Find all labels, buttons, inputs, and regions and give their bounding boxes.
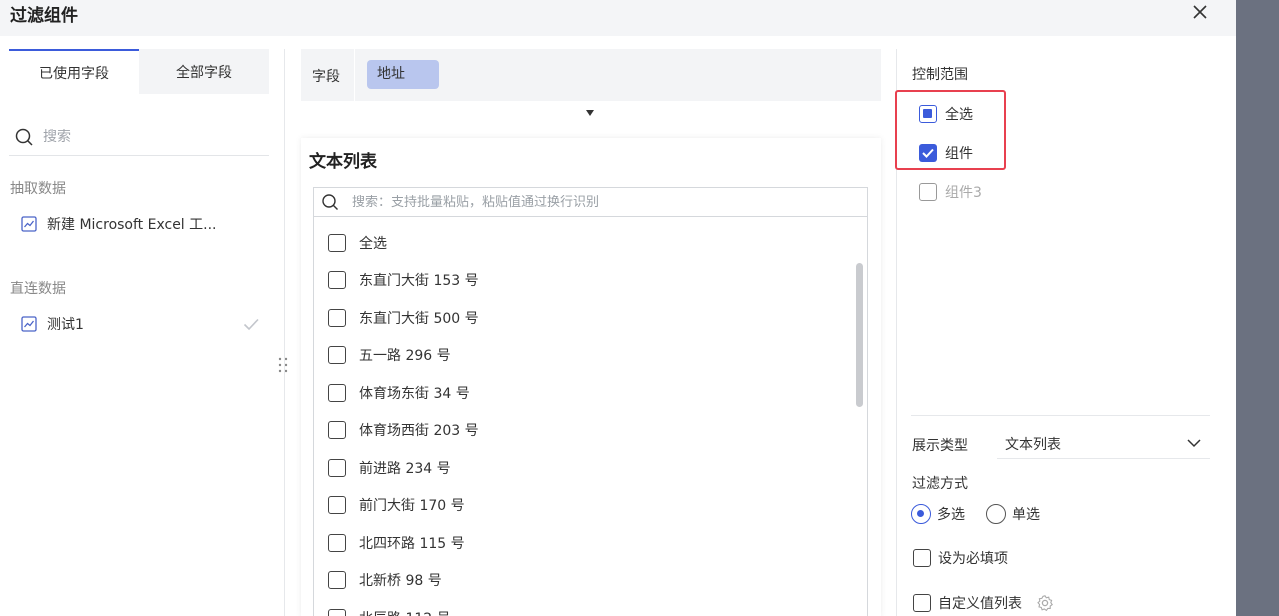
checkbox[interactable] bbox=[913, 549, 931, 567]
field-chip-address[interactable]: 地址 bbox=[367, 60, 439, 89]
list-scrollbar[interactable] bbox=[856, 263, 863, 407]
preview-search bbox=[313, 187, 868, 217]
gear-icon[interactable] bbox=[1036, 594, 1054, 612]
datasource-item-excel[interactable]: 新建 Microsoft Excel 工... bbox=[20, 212, 270, 236]
checkbox[interactable] bbox=[328, 609, 346, 616]
field-search bbox=[9, 118, 269, 156]
tab-all-fields[interactable]: 全部字段 bbox=[139, 49, 269, 94]
drag-handle-icon[interactable] bbox=[277, 356, 289, 374]
chevron-down-icon bbox=[1187, 439, 1201, 448]
checkbox[interactable] bbox=[328, 421, 346, 439]
scope-component3[interactable]: 组件3 bbox=[919, 181, 982, 203]
display-type-select[interactable]: 文本列表 bbox=[997, 429, 1210, 459]
caret-down-icon bbox=[586, 110, 594, 116]
filter-mode-single[interactable]: 单选 bbox=[986, 503, 1040, 525]
list-item[interactable]: 体育场西街 203 号 bbox=[328, 419, 479, 441]
option-select-all[interactable]: 全选 bbox=[328, 232, 387, 254]
search-icon bbox=[15, 128, 33, 146]
display-type-value: 文本列表 bbox=[1005, 436, 1061, 453]
preview-title: 文本列表 bbox=[309, 152, 377, 172]
datasource-item-test1[interactable]: 测试1 bbox=[20, 312, 270, 336]
divider bbox=[354, 49, 355, 101]
check-icon bbox=[243, 318, 259, 331]
field-tabs: 已使用字段 全部字段 bbox=[9, 49, 269, 94]
preview-search-input[interactable] bbox=[352, 194, 852, 210]
checkmark-icon bbox=[922, 148, 934, 158]
list-item[interactable]: 北辰路 112 号 bbox=[328, 607, 451, 616]
dialog-title: 过滤组件 bbox=[10, 6, 78, 26]
list-item[interactable]: 前进路 234 号 bbox=[328, 457, 451, 479]
checkbox-partial[interactable] bbox=[919, 105, 937, 123]
divider bbox=[911, 415, 1210, 416]
search-icon bbox=[322, 194, 338, 210]
checkbox[interactable] bbox=[328, 309, 346, 327]
line-chart-icon bbox=[21, 216, 37, 232]
field-search-input[interactable] bbox=[43, 128, 243, 145]
scope-select-all[interactable]: 全选 bbox=[919, 103, 973, 125]
checkbox[interactable] bbox=[328, 571, 346, 589]
list-item[interactable]: 北新桥 98 号 bbox=[328, 569, 442, 591]
section-title-direct: 直连数据 bbox=[10, 281, 66, 297]
display-type-label: 展示类型 bbox=[912, 438, 968, 454]
option-list: 全选 东直门大街 153 号 东直门大街 500 号 五一路 296 号 体育场… bbox=[313, 217, 868, 616]
field-label: 字段 bbox=[312, 69, 340, 85]
modal-backdrop bbox=[1236, 0, 1279, 616]
radio-selected[interactable] bbox=[911, 504, 931, 524]
checkbox[interactable] bbox=[328, 496, 346, 514]
checkbox[interactable] bbox=[328, 346, 346, 364]
list-item[interactable]: 体育场东街 34 号 bbox=[328, 382, 470, 404]
filter-component-dialog: 过滤组件 已使用字段 全部字段 抽取数据 新建 Microsoft Excel … bbox=[0, 0, 1236, 616]
checkbox-checked[interactable] bbox=[919, 144, 937, 162]
checkbox[interactable] bbox=[328, 459, 346, 477]
datasource-label: 新建 Microsoft Excel 工... bbox=[47, 217, 217, 233]
filter-mode-multi[interactable]: 多选 bbox=[911, 503, 965, 525]
list-item[interactable]: 五一路 296 号 bbox=[328, 344, 451, 366]
checkbox[interactable] bbox=[919, 183, 937, 201]
list-item[interactable]: 东直门大街 153 号 bbox=[328, 269, 479, 291]
list-item[interactable]: 东直门大街 500 号 bbox=[328, 307, 479, 329]
dialog-header: 过滤组件 bbox=[0, 0, 1236, 36]
divider bbox=[284, 49, 285, 616]
required-option[interactable]: 设为必填项 bbox=[913, 547, 1008, 569]
checkbox[interactable] bbox=[328, 234, 346, 252]
checkbox[interactable] bbox=[328, 534, 346, 552]
datasource-label: 测试1 bbox=[47, 317, 84, 333]
line-chart-icon bbox=[21, 316, 37, 332]
checkbox[interactable] bbox=[328, 271, 346, 289]
checkbox[interactable] bbox=[328, 384, 346, 402]
list-item[interactable]: 北四环路 115 号 bbox=[328, 532, 465, 554]
scope-component[interactable]: 组件 bbox=[919, 142, 973, 164]
filter-mode-label: 过滤方式 bbox=[912, 476, 968, 492]
close-icon[interactable] bbox=[1190, 2, 1210, 22]
radio[interactable] bbox=[986, 504, 1006, 524]
field-bar: 字段 地址 bbox=[301, 49, 881, 101]
scope-title: 控制范围 bbox=[912, 67, 968, 83]
list-item[interactable]: 前门大街 170 号 bbox=[328, 494, 465, 516]
section-title-extract: 抽取数据 bbox=[10, 181, 66, 197]
tab-used-fields[interactable]: 已使用字段 bbox=[9, 49, 139, 94]
custom-list-option[interactable]: 自定义值列表 bbox=[913, 592, 1054, 614]
text-list-preview: 文本列表 全选 东直门大街 153 号 东直门大街 500 号 五一路 296 … bbox=[301, 138, 881, 616]
checkbox[interactable] bbox=[913, 594, 931, 612]
